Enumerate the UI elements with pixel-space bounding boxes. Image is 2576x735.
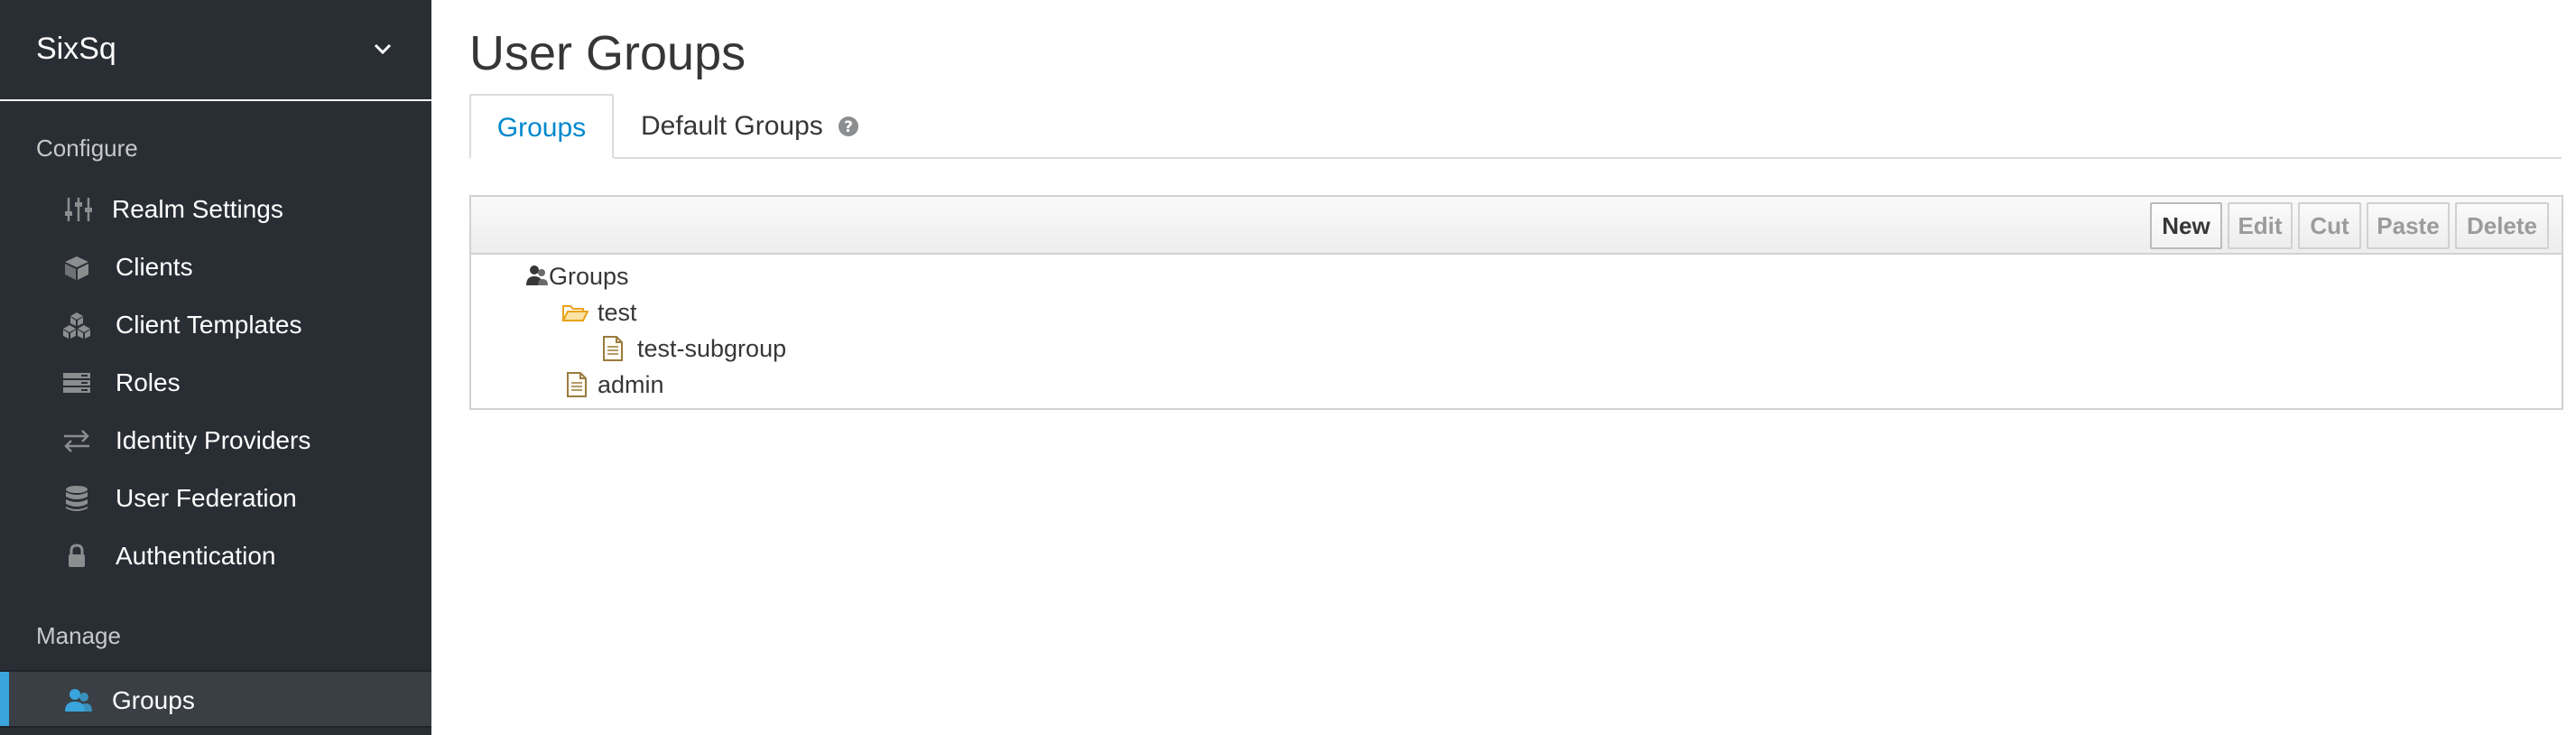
users-icon bbox=[65, 689, 92, 712]
tree-node-root-groups[interactable]: Groups bbox=[525, 258, 652, 294]
tree-node-label: admin bbox=[598, 371, 664, 398]
tree-node-label: test-subgroup bbox=[637, 335, 787, 362]
sidebar-item-label: Identity Providers bbox=[116, 426, 311, 454]
sidebar-item-label: Realm Settings bbox=[112, 195, 283, 223]
groups-tree-panel: New Edit Cut Paste Delete Groups test te… bbox=[469, 195, 2563, 410]
page-title: User Groups bbox=[469, 26, 746, 80]
users-icon bbox=[526, 265, 548, 285]
sidebar-item-label: Groups bbox=[112, 686, 195, 714]
groups-tree: Groups test test-subgroup admin bbox=[471, 255, 2562, 408]
tree-node-label: test bbox=[598, 299, 637, 326]
sidebar-item-label: Authentication bbox=[116, 542, 276, 570]
cut-button[interactable]: Cut bbox=[2298, 202, 2361, 249]
sidebar-item-authentication[interactable]: Authentication bbox=[0, 527, 431, 585]
new-button[interactable]: New bbox=[2150, 202, 2222, 249]
realm-name: SixSq bbox=[36, 32, 116, 66]
sliders-icon bbox=[65, 198, 92, 221]
sidebar-item-user-federation[interactable]: User Federation bbox=[0, 470, 431, 527]
tree-node-test-subgroup[interactable]: test-subgroup bbox=[601, 330, 800, 367]
tree-node-admin[interactable]: admin bbox=[565, 367, 691, 403]
folder-open-icon bbox=[561, 305, 588, 321]
file-icon bbox=[603, 336, 623, 361]
sidebar-item-groups[interactable]: Groups bbox=[0, 670, 431, 728]
realm-selector[interactable]: SixSq bbox=[0, 0, 431, 101]
manage-section-title: Manage bbox=[36, 622, 121, 649]
sidebar-item-client-templates[interactable]: Client Templates bbox=[0, 296, 431, 354]
tab-default-groups[interactable]: Default Groups ? bbox=[621, 94, 859, 159]
sidebar-item-label: Clients bbox=[116, 253, 193, 281]
sidebar-item-realm-settings[interactable]: Realm Settings bbox=[0, 181, 431, 238]
tree-node-test[interactable]: test bbox=[561, 294, 670, 330]
sidebar-item-label: User Federation bbox=[116, 484, 297, 512]
lock-icon bbox=[69, 544, 85, 567]
app: SixSq Configure Realm Settings Clients C… bbox=[0, 0, 2576, 735]
sidebar-item-roles[interactable]: Roles bbox=[0, 354, 431, 412]
svg-text:?: ? bbox=[844, 118, 853, 136]
sidebar-item-label: Client Templates bbox=[116, 311, 302, 339]
database-icon bbox=[66, 486, 88, 511]
chevron-down-icon bbox=[374, 43, 392, 55]
tab-label: Groups bbox=[496, 113, 587, 143]
main-content: User Groups Groups Default Groups ? New … bbox=[431, 0, 2576, 735]
tab-groups[interactable]: Groups bbox=[469, 94, 614, 159]
sidebar-item-identity-providers[interactable]: Identity Providers bbox=[0, 412, 431, 470]
paste-button[interactable]: Paste bbox=[2367, 202, 2450, 249]
cubes-icon bbox=[63, 312, 90, 339]
file-icon bbox=[567, 372, 587, 397]
cube-icon bbox=[65, 256, 88, 280]
edit-button[interactable]: Edit bbox=[2228, 202, 2293, 249]
sidebar-item-clients[interactable]: Clients bbox=[0, 238, 431, 296]
sidebar: SixSq Configure Realm Settings Clients C… bbox=[0, 0, 431, 735]
tab-label: Default Groups bbox=[641, 111, 823, 141]
configure-section-title: Configure bbox=[36, 135, 138, 162]
tree-toolbar: New Edit Cut Paste Delete bbox=[471, 197, 2562, 255]
list-icon bbox=[63, 373, 90, 393]
tab-bar: Groups Default Groups ? bbox=[469, 94, 2562, 159]
question-circle-icon[interactable]: ? bbox=[838, 116, 859, 137]
exchange-icon bbox=[64, 430, 89, 452]
delete-button[interactable]: Delete bbox=[2455, 202, 2549, 249]
sidebar-item-label: Roles bbox=[116, 368, 181, 396]
tree-node-label: Groups bbox=[549, 263, 629, 290]
